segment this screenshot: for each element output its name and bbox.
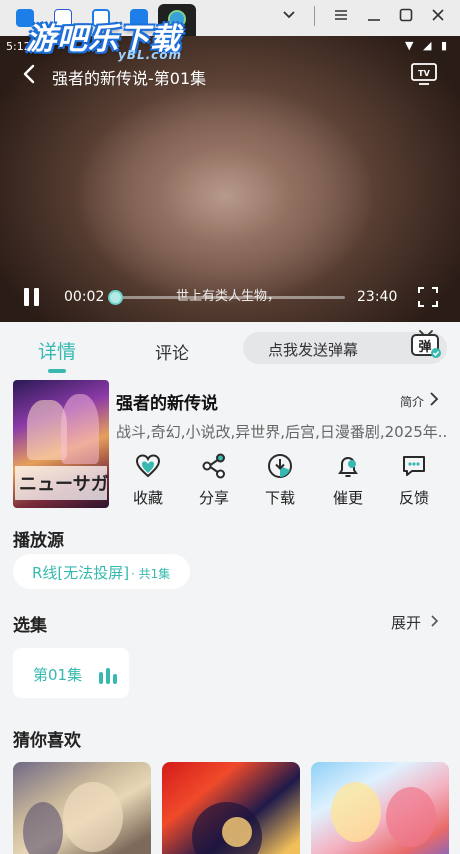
feedback-icon	[403, 456, 425, 476]
share-icon	[202, 453, 225, 479]
episodes-heading: 选集	[13, 616, 47, 636]
cover-figure	[61, 394, 99, 464]
feedback-button[interactable]: 反馈	[392, 453, 436, 509]
recommend-card[interactable]	[311, 762, 449, 854]
recommend-card[interactable]	[13, 762, 151, 854]
video-player[interactable]: 5:12 ▼ ◢ ▮ 强者的新传说-第01集 TV 世上有类人生物， 00:02…	[0, 36, 460, 322]
play-source-name: R线[无法投屏]	[32, 564, 130, 582]
pause-icon[interactable]	[22, 287, 42, 307]
danmaku-icon-text: 弹	[418, 339, 431, 355]
progress-thumb[interactable]	[108, 290, 123, 305]
anime-tags: 战斗,奇幻,小说改,异世界,后宫,日漫番剧,2025年...	[116, 423, 446, 441]
bell-icon	[338, 456, 358, 477]
recommend-art	[386, 787, 436, 847]
menu-icon[interactable]	[334, 8, 348, 26]
chevron-down-icon[interactable]	[282, 8, 296, 26]
playing-indicator-icon	[99, 668, 123, 684]
current-time: 00:02	[64, 289, 105, 305]
chevron-right-icon[interactable]	[428, 391, 440, 407]
recommend-art	[23, 802, 63, 854]
action-label: 反馈	[398, 489, 429, 507]
download-button[interactable]: 下载	[258, 453, 302, 509]
recommend-art	[222, 817, 252, 847]
share-button[interactable]: 分享	[192, 453, 236, 509]
detail-tabs: 详情 评论 点我发送弹幕 弹	[0, 322, 460, 374]
intro-link[interactable]: 简介	[400, 393, 424, 410]
action-label: 收藏	[132, 489, 163, 507]
progress-bar[interactable]	[115, 296, 345, 299]
recommend-card[interactable]	[162, 762, 300, 854]
watermark-logo-sub: yBL.com	[118, 48, 183, 62]
action-label: 下载	[264, 489, 295, 507]
heart-icon	[135, 454, 161, 478]
maximize-icon[interactable]	[399, 8, 413, 26]
action-label: 分享	[198, 489, 229, 507]
video-subtitle: 世上有类人生物，	[176, 289, 281, 304]
cast-tv-icon[interactable]: TV	[411, 63, 437, 85]
video-title: 强者的新传说-第01集	[52, 69, 207, 88]
anime-cover[interactable]: ニューサガ	[13, 380, 109, 508]
tab-comment[interactable]: 评论	[155, 339, 189, 364]
play-source-heading: 播放源	[13, 531, 64, 551]
request-update-button[interactable]: 催更	[326, 453, 370, 509]
download-icon	[268, 454, 292, 478]
total-time: 23:40	[357, 289, 398, 305]
back-icon[interactable]	[20, 64, 40, 84]
recommend-art	[63, 782, 123, 852]
action-label: 催更	[332, 489, 363, 507]
close-icon[interactable]	[431, 8, 445, 26]
status-icons: ▼ ◢ ▮	[405, 39, 450, 52]
minimize-icon[interactable]	[367, 8, 381, 26]
play-source-chip[interactable]: R线[无法投屏] · 共1集	[13, 554, 190, 589]
episode-label: 第01集	[33, 666, 83, 684]
play-source-count: · 共1集	[131, 567, 171, 581]
anime-title: 强者的新传说	[116, 394, 218, 414]
svg-text:TV: TV	[418, 69, 430, 78]
favorite-button[interactable]: 收藏	[126, 453, 170, 509]
recommend-heading: 猜你喜欢	[13, 731, 81, 751]
expand-episodes-link[interactable]: 展开	[391, 612, 421, 633]
chevron-right-icon[interactable]	[430, 613, 440, 629]
episode-item[interactable]: 第01集	[13, 648, 129, 698]
divider	[314, 6, 315, 26]
cover-text: ニューサガ	[19, 474, 109, 495]
danmaku-toggle-icon[interactable]: 弹	[410, 329, 442, 359]
fullscreen-icon[interactable]	[418, 287, 438, 307]
danmaku-placeholder: 点我发送弹幕	[268, 341, 359, 359]
tab-detail[interactable]: 详情	[38, 337, 76, 364]
tab-detail-indicator	[48, 369, 66, 373]
recommend-art	[331, 782, 381, 842]
